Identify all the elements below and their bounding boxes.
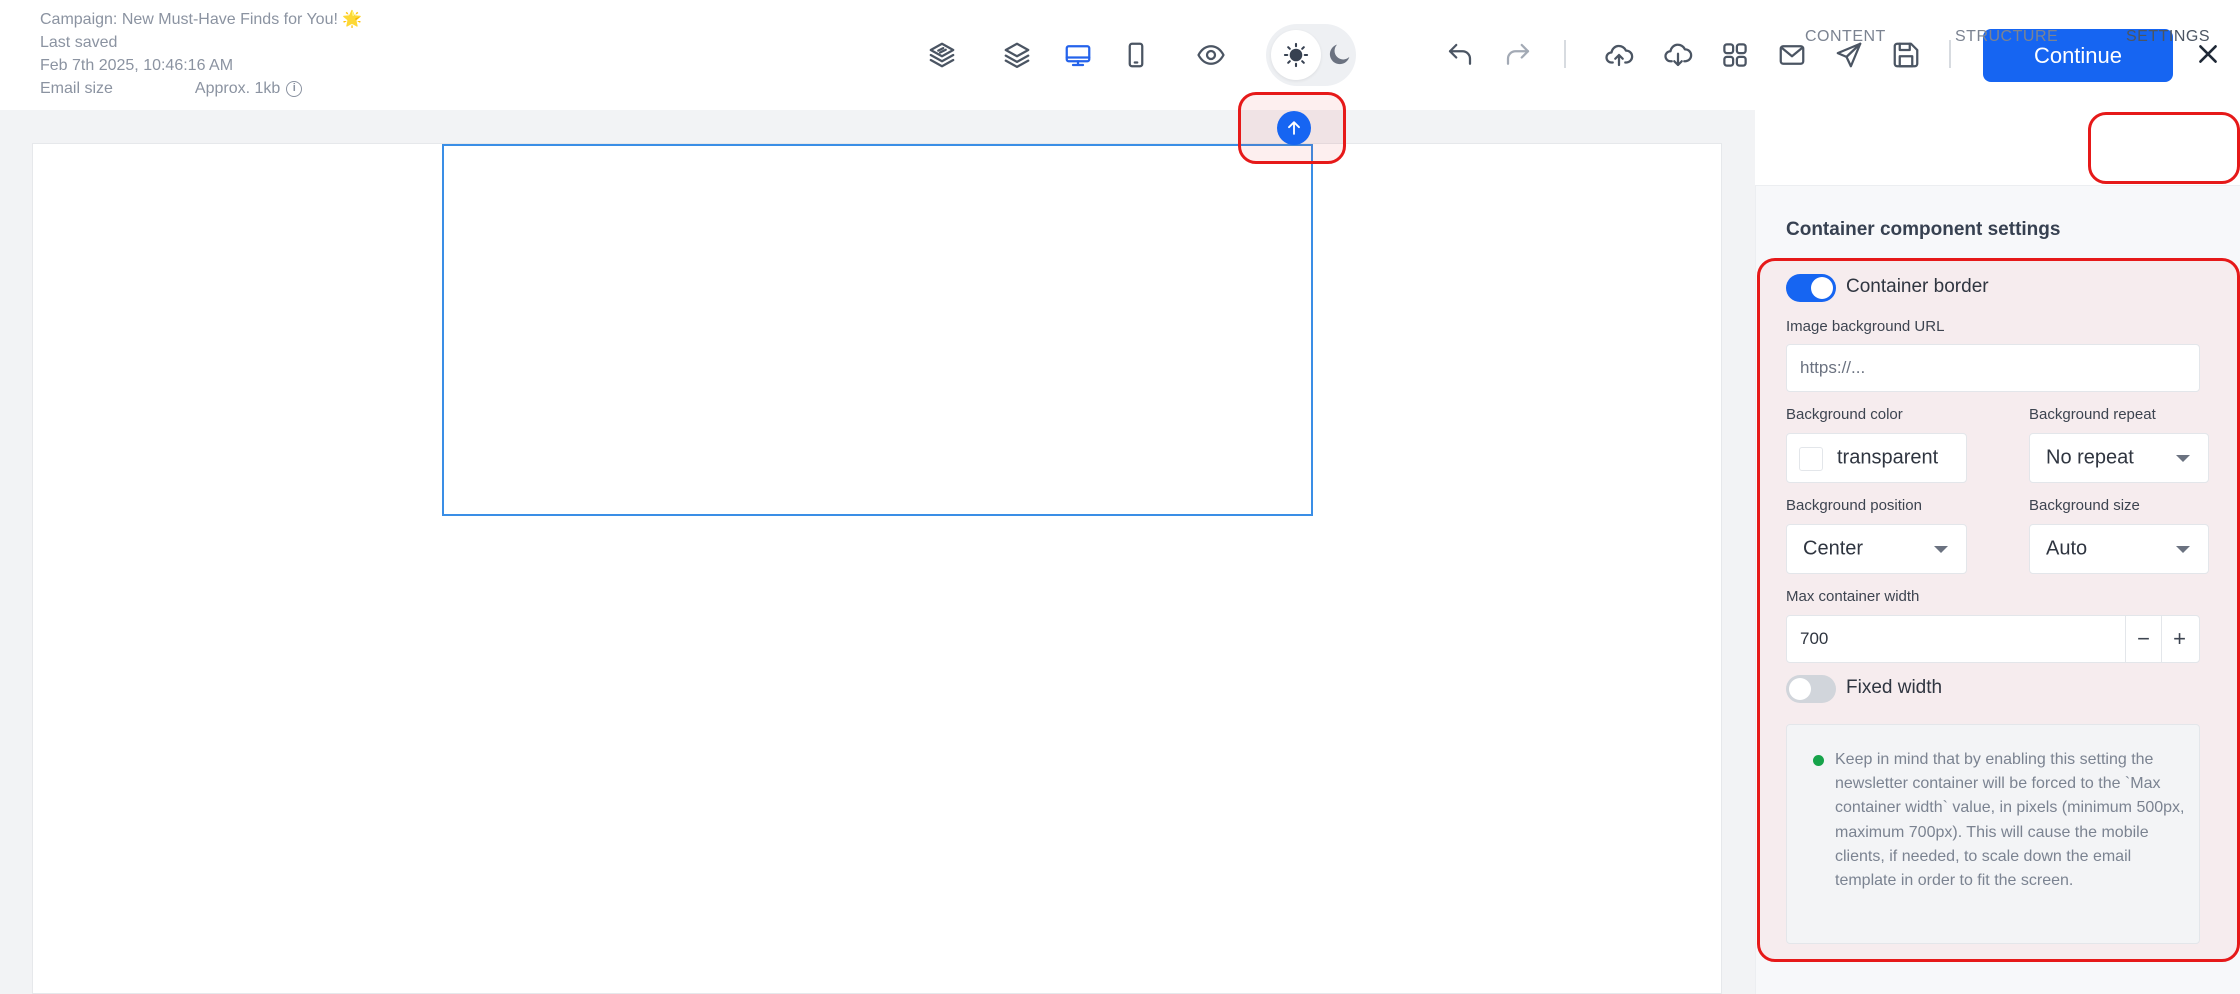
- status-dot-icon: [1813, 755, 1824, 766]
- layers-stack-icon[interactable]: [924, 37, 960, 73]
- bg-size-label: Background size: [2029, 497, 2140, 514]
- mobile-view-icon[interactable]: [1118, 37, 1154, 73]
- email-size-row: Email size Approx. 1kb i: [40, 77, 362, 100]
- bg-size-select[interactable]: Auto: [2029, 524, 2209, 574]
- fixed-width-label: Fixed width: [1846, 677, 1943, 698]
- info-note-text: Keep in mind that by enabling this setti…: [1835, 751, 2185, 890]
- bg-color-label: Background color: [1786, 406, 1903, 423]
- image-bg-url-input[interactable]: https://...: [1786, 344, 2200, 392]
- download-icon[interactable]: [1660, 37, 1696, 73]
- image-bg-url-placeholder: https://...: [1800, 358, 1866, 377]
- last-saved-time: Feb 7th 2025, 10:46:16 AM: [40, 57, 234, 74]
- undo-icon[interactable]: [1442, 37, 1478, 73]
- selected-container[interactable]: [442, 144, 1313, 516]
- image-bg-url-label: Image background URL: [1786, 318, 1945, 335]
- decrement-button[interactable]: −: [2125, 616, 2161, 662]
- redo-icon[interactable]: [1500, 37, 1536, 73]
- email-size-label: Email size: [40, 80, 113, 97]
- last-saved-label: Last saved: [40, 34, 118, 51]
- bg-color-picker[interactable]: transparent: [1786, 433, 1967, 483]
- chevron-down-icon: [2176, 546, 2190, 553]
- increment-button[interactable]: +: [2161, 616, 2197, 662]
- container-border-label: Container border: [1846, 276, 1989, 297]
- bg-repeat-value: No repeat: [2046, 446, 2134, 469]
- bg-repeat-select[interactable]: No repeat: [2029, 433, 2209, 483]
- highlight-settings-tab: [2088, 112, 2240, 184]
- top-bar: Campaign: New Must-Have Finds for You! 🌟…: [0, 0, 2240, 110]
- bg-size-value: Auto: [2046, 537, 2088, 560]
- container-border-toggle[interactable]: [1786, 274, 1836, 302]
- move-up-button[interactable]: [1277, 111, 1311, 145]
- preview-eye-icon[interactable]: [1193, 37, 1229, 73]
- save-icon[interactable]: [1888, 37, 1924, 73]
- upload-icon[interactable]: [1601, 37, 1637, 73]
- max-width-value[interactable]: 700: [1800, 629, 1828, 649]
- layers-icon[interactable]: [999, 37, 1035, 73]
- fixed-width-toggle[interactable]: [1786, 675, 1836, 703]
- bg-position-value: Center: [1803, 537, 1864, 560]
- toolbar-divider: [1564, 40, 1566, 68]
- chevron-down-icon: [2176, 455, 2190, 462]
- bg-color-value: transparent: [1837, 446, 1939, 469]
- info-icon[interactable]: i: [286, 80, 303, 97]
- light-mode-icon[interactable]: [1271, 30, 1321, 80]
- campaign-meta: Campaign: New Must-Have Finds for You! 🌟…: [40, 8, 362, 100]
- desktop-view-icon[interactable]: [1060, 37, 1096, 73]
- campaign-title: Campaign: New Must-Have Finds for You! 🌟: [40, 11, 363, 28]
- max-width-stepper: 700 − +: [1786, 615, 2200, 663]
- chevron-down-icon: [1934, 546, 1948, 553]
- tab-content[interactable]: CONTENT: [1805, 28, 1886, 46]
- theme-toggle[interactable]: [1266, 24, 1356, 86]
- section-title: Container component settings: [1786, 219, 2061, 240]
- toolbar-divider: [1949, 40, 1951, 68]
- bg-position-select[interactable]: Center: [1786, 524, 1967, 574]
- bg-position-label: Background position: [1786, 497, 1922, 514]
- apps-grid-icon[interactable]: [1717, 37, 1753, 73]
- email-size-value: Approx. 1kb: [194, 80, 281, 97]
- max-width-label: Max container width: [1786, 588, 1920, 605]
- info-note: Keep in mind that by enabling this setti…: [1786, 724, 2200, 944]
- dark-mode-icon[interactable]: [1320, 34, 1360, 74]
- tab-settings[interactable]: SETTINGS: [2126, 28, 2210, 46]
- tab-structure[interactable]: STRUCTURE: [1955, 28, 2058, 46]
- bg-repeat-label: Background repeat: [2029, 406, 2156, 423]
- color-swatch[interactable]: [1799, 447, 1823, 471]
